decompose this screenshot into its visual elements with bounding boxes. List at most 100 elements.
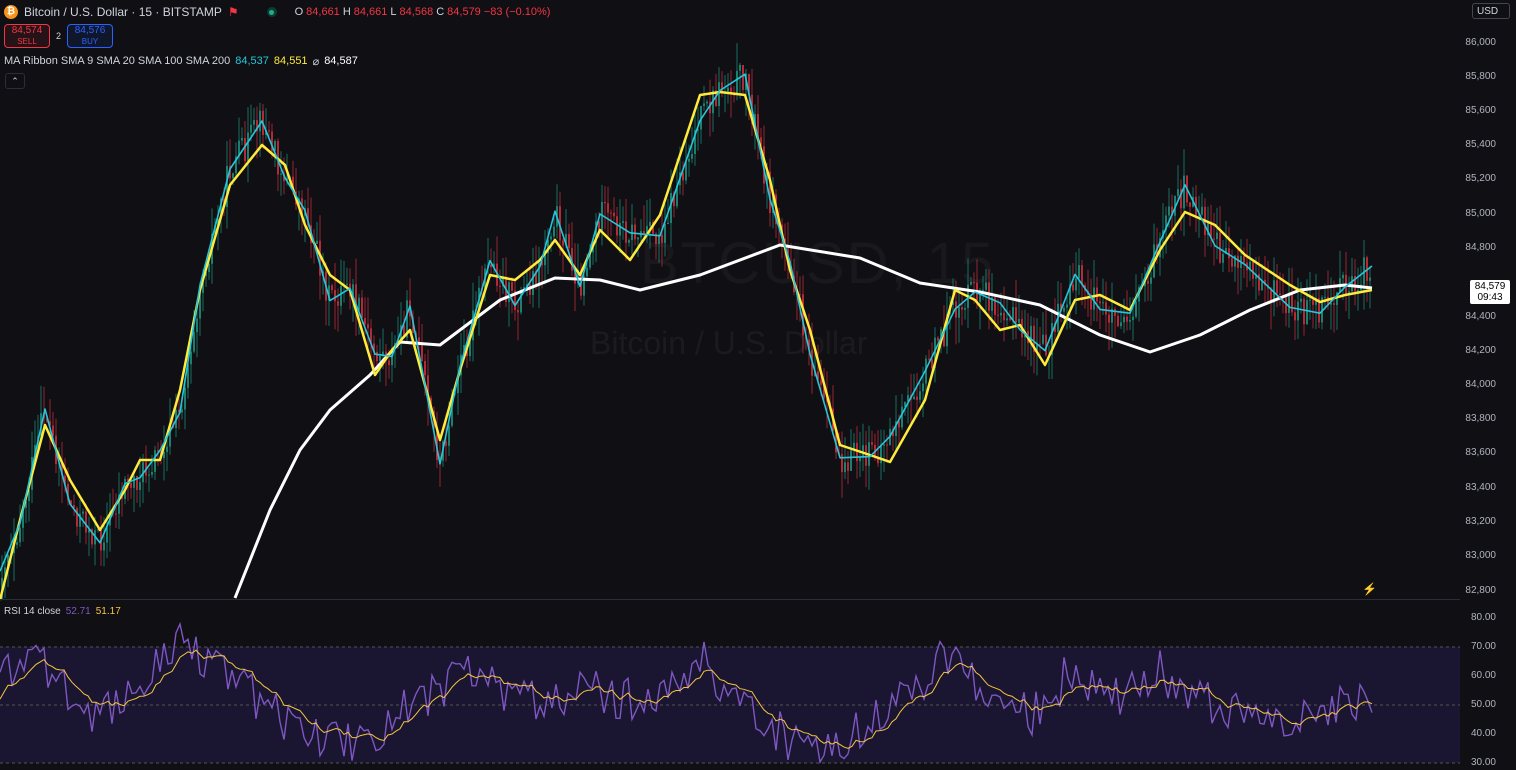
candle-body	[1231, 258, 1233, 267]
candle-body	[1117, 315, 1119, 327]
candle-body	[1018, 318, 1020, 323]
candle-body	[244, 137, 246, 162]
rsi-legend[interactable]: RSI 14 close 52.71 51.17	[4, 606, 121, 617]
candle-body	[886, 444, 888, 446]
candle-body	[250, 124, 252, 133]
candle-body	[133, 476, 135, 488]
candle-body	[1177, 189, 1179, 196]
candle-body	[553, 226, 555, 237]
candle-body	[1216, 232, 1218, 240]
candle-body	[1342, 274, 1344, 279]
last-price-label: 84,579 09:43	[1470, 280, 1510, 304]
candle-body	[610, 212, 612, 214]
candle-body	[1369, 277, 1371, 281]
price-tick: 84,800	[1465, 242, 1496, 253]
candle-body	[634, 224, 636, 240]
candle-body	[1300, 298, 1302, 302]
candle-body	[1099, 301, 1101, 304]
price-tick: 83,000	[1465, 550, 1496, 561]
candle-body	[418, 337, 420, 343]
price-tick: 84,200	[1465, 345, 1496, 356]
candle-body	[148, 474, 150, 476]
candle-body	[913, 396, 915, 400]
candle-body	[664, 223, 666, 243]
candle-body	[628, 240, 630, 243]
candle-body	[844, 462, 846, 473]
price-tick: 85,800	[1465, 71, 1496, 82]
candle-body	[1201, 206, 1203, 215]
candle-body	[367, 324, 369, 329]
candle-body	[928, 358, 930, 360]
candle-body	[901, 406, 903, 428]
candle-body	[196, 318, 198, 333]
candle-body	[1063, 307, 1065, 312]
candle-body	[1237, 255, 1239, 268]
candle-body	[163, 452, 165, 459]
candle-body	[988, 282, 990, 311]
candle-body	[706, 101, 708, 104]
pane-separator[interactable]	[0, 599, 1460, 600]
candle-body	[1303, 298, 1305, 325]
currency-button[interactable]: USD	[1472, 3, 1510, 19]
candle-body	[1324, 296, 1326, 298]
candle-body	[625, 221, 627, 243]
candle-body	[445, 441, 447, 446]
candle-body	[103, 542, 105, 551]
candle-body	[280, 173, 282, 175]
candle-body	[1306, 300, 1308, 325]
candle-body	[931, 359, 933, 369]
rsi-tick: 50.00	[1470, 699, 1496, 710]
candle-body	[820, 380, 822, 385]
candle-body	[193, 332, 195, 352]
candle-body	[130, 482, 132, 488]
candle-body	[937, 337, 939, 341]
candle-body	[997, 314, 999, 316]
candle-body	[922, 383, 924, 392]
candle-body	[622, 221, 624, 224]
candle-body	[241, 137, 243, 141]
candle-body	[850, 450, 852, 471]
candle-body	[562, 240, 564, 246]
candle-body	[247, 132, 249, 162]
candle-body	[259, 110, 261, 132]
candle-body	[1114, 308, 1116, 316]
candle-body	[1147, 280, 1149, 284]
candle-body	[1132, 316, 1134, 321]
candle-body	[880, 444, 882, 464]
candle-body	[1252, 261, 1254, 279]
candle-body	[916, 396, 918, 400]
candle-body	[802, 294, 804, 336]
candle-body	[346, 283, 348, 285]
candle-body	[1126, 316, 1128, 322]
candle-body	[637, 237, 639, 240]
candle-body	[1294, 312, 1296, 321]
candle-body	[1042, 334, 1044, 344]
candle-body	[964, 308, 966, 310]
candle-body	[568, 233, 570, 249]
candlestick-series	[1, 43, 1371, 600]
candle-body	[364, 317, 366, 325]
candle-body	[742, 64, 744, 90]
candle-body	[919, 391, 921, 400]
candle-body	[883, 444, 885, 446]
candle-body	[1150, 277, 1152, 284]
candle-body	[1297, 301, 1299, 321]
candle-body	[961, 307, 963, 310]
candle-body	[607, 203, 609, 213]
price-chart[interactable]	[0, 0, 1460, 770]
candle-body	[532, 271, 534, 295]
candle-body	[511, 282, 513, 291]
candle-body	[1168, 206, 1170, 216]
candle-body	[85, 511, 87, 533]
candle-body	[1075, 278, 1077, 291]
rsi-value: 52.71	[65, 606, 91, 617]
bar-countdown: 09:43	[1477, 292, 1503, 303]
lightning-icon[interactable]: ⚡	[1362, 582, 1377, 596]
candle-body	[19, 527, 21, 543]
candle-body	[1222, 253, 1224, 263]
candle-body	[1276, 280, 1278, 294]
candle-body	[1183, 175, 1185, 209]
candle-body	[739, 64, 741, 71]
candle-body	[1213, 238, 1215, 240]
candle-body	[337, 301, 339, 306]
